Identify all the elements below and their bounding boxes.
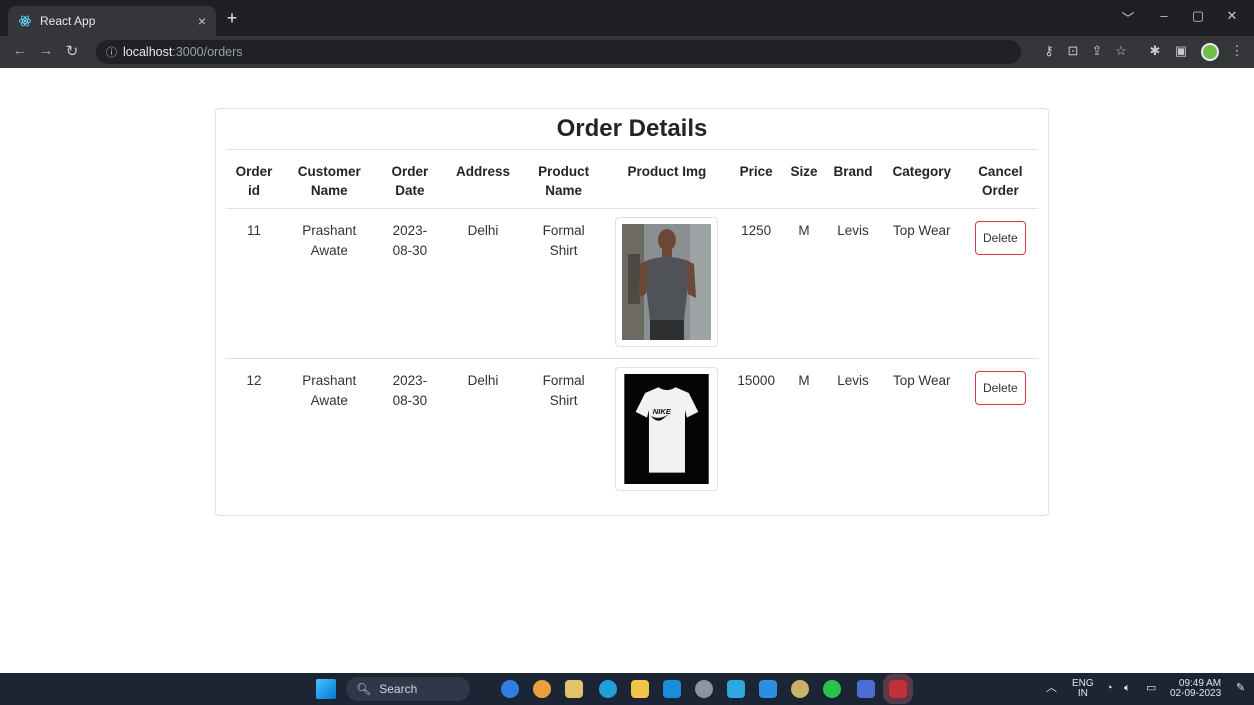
- edge-icon[interactable]: [599, 680, 617, 698]
- remote-desktop-icon[interactable]: [727, 680, 745, 698]
- react-icon: [18, 15, 32, 27]
- star-icon[interactable]: ☆: [1112, 43, 1130, 59]
- order-id: 12: [246, 373, 262, 388]
- order-details-card: Order Details Order id Customer Name Order…: [215, 108, 1049, 516]
- vscode-icon[interactable]: [759, 680, 777, 698]
- col-category: Category: [880, 149, 963, 209]
- snipping-tool-icon[interactable]: [883, 674, 913, 704]
- windows-taskbar: 🔍︎ Search ︿ ENG IN ◔ 🔈︎ ▭ 09:49 AM 02-09-…: [0, 673, 1254, 705]
- category: Top Wear: [880, 208, 963, 359]
- sidebar-icon[interactable]: ▣: [1172, 43, 1190, 59]
- app-l-icon[interactable]: [663, 680, 681, 698]
- url-path: :3000/orders: [172, 45, 243, 59]
- browser-toolbar: ← → ↻ ⓘ localhost :3000/orders ⚷ ⊡ ⇪ ☆ ✱…: [0, 36, 1254, 68]
- delete-button[interactable]: Delete: [974, 221, 1026, 255]
- url-host: localhost: [123, 45, 173, 59]
- page-title: Order Details: [556, 115, 708, 142]
- search-icon: 🔍︎: [356, 682, 372, 696]
- chevron-up-icon[interactable]: ︿: [1046, 683, 1057, 694]
- volume-icon[interactable]: 🔈︎: [1124, 683, 1131, 694]
- app-gear-icon[interactable]: [791, 680, 809, 698]
- bing-icon[interactable]: [501, 680, 519, 698]
- col-address: Address: [443, 149, 523, 209]
- product-image: NIKE: [615, 367, 719, 491]
- whatsapp-icon[interactable]: [823, 680, 841, 698]
- close-window-icon[interactable]: ✕: [1218, 8, 1246, 24]
- share-icon[interactable]: ⇪: [1088, 43, 1106, 59]
- delete-button[interactable]: Delete: [974, 371, 1026, 405]
- customer-name: Prashant Awate: [281, 208, 377, 359]
- size: M: [798, 373, 810, 388]
- tab-close-icon[interactable]: ×: [198, 13, 206, 29]
- wifi-icon[interactable]: ◔: [1106, 683, 1113, 694]
- table-row: 12 Prashant Awate 2023- 08-30 Delhi Formal…: [226, 359, 1038, 509]
- address: Delhi: [443, 208, 523, 359]
- brand: Levis: [825, 208, 881, 359]
- chrome-icon[interactable]: [533, 680, 551, 698]
- language-indicator[interactable]: ENG IN: [1072, 679, 1094, 699]
- file-explorer-icon[interactable]: [631, 680, 649, 698]
- product-name: Formal Shirt: [542, 373, 585, 408]
- maximize-icon[interactable]: ▢: [1184, 8, 1212, 24]
- brand: Levis: [837, 373, 869, 388]
- word-icon[interactable]: [857, 680, 875, 698]
- tank-top-model-photo: [622, 224, 712, 340]
- col-price: Price: [729, 149, 784, 209]
- col-order-id: Order id: [226, 149, 282, 209]
- cancel-order-cell: Delete: [963, 359, 1038, 509]
- taskbar-search[interactable]: 🔍︎ Search: [346, 677, 470, 701]
- white-nike-tshirt-photo: NIKE: [624, 374, 710, 484]
- col-order-date: Order Date: [376, 149, 444, 209]
- extensions-icon[interactable]: ✱: [1146, 43, 1164, 59]
- back-arrow-icon[interactable]: ←: [10, 42, 30, 59]
- battery-icon[interactable]: ▭: [1146, 683, 1156, 694]
- reload-icon[interactable]: ↻: [62, 42, 82, 60]
- settings-gear-icon[interactable]: [695, 680, 713, 698]
- new-tab-button[interactable]: +: [222, 8, 242, 29]
- site-info-icon[interactable]: ⓘ: [106, 44, 117, 60]
- table-header-row: Order id Customer Name Order Date Address P…: [226, 149, 1038, 209]
- order-id: 11: [226, 208, 282, 359]
- install-icon[interactable]: ⊡: [1064, 43, 1082, 59]
- profile-avatar[interactable]: [1201, 43, 1219, 61]
- key-icon[interactable]: ⚷: [1040, 43, 1058, 59]
- windows-start-icon[interactable]: [316, 679, 336, 699]
- col-cancel-order: Cancel Order: [962, 149, 1038, 209]
- col-product-img: Product Img: [604, 149, 730, 209]
- col-size: Size: [783, 149, 826, 209]
- size: M: [783, 208, 826, 359]
- product-image-cell: NIKE: [605, 359, 730, 509]
- cancel-order-cell: Delete: [962, 208, 1038, 359]
- product-name: Formal Shirt: [522, 208, 605, 359]
- product-image-cell: [604, 208, 730, 359]
- tab-title: React App: [40, 14, 96, 28]
- price: 1250: [729, 208, 784, 359]
- address-bar[interactable]: ⓘ localhost :3000/orders: [96, 40, 1021, 64]
- notification-icon[interactable]: ✎: [1236, 683, 1245, 694]
- menu-icon[interactable]: ⋮: [1228, 43, 1246, 59]
- col-brand: Brand: [825, 149, 881, 209]
- tab-search-icon[interactable]: ﹀: [1114, 8, 1142, 27]
- date: 02-09-2023: [1170, 688, 1222, 699]
- address: Delhi: [467, 373, 499, 388]
- order-date: 2023- 08-30: [392, 373, 428, 408]
- orders-table: Order id Customer Name Order Date Address P…: [226, 149, 1038, 509]
- minimize-icon[interactable]: –: [1150, 8, 1178, 23]
- search-placeholder: Search: [379, 682, 418, 696]
- category: Top Wear: [893, 373, 951, 388]
- table-row: 11 Prashant Awate 2023- 08-30 Delhi Formal…: [226, 208, 1038, 359]
- svg-text:NIKE: NIKE: [653, 407, 672, 416]
- forward-arrow-icon[interactable]: →: [36, 42, 56, 59]
- order-date: 2023- 08-30: [376, 208, 444, 359]
- product-image: [615, 217, 719, 347]
- browser-tab-strip: React App × + ﹀ – ▢ ✕: [0, 0, 1254, 36]
- store-icon[interactable]: [565, 680, 583, 698]
- browser-tab[interactable]: React App ×: [8, 6, 216, 36]
- price: 15000: [737, 373, 775, 388]
- col-product-name: Product Name: [522, 149, 605, 209]
- col-customer-name: Customer Name: [281, 149, 377, 209]
- clock[interactable]: 09:49 AM 02-09-2023: [1170, 679, 1221, 699]
- customer-name: Prashant Awate: [302, 373, 357, 408]
